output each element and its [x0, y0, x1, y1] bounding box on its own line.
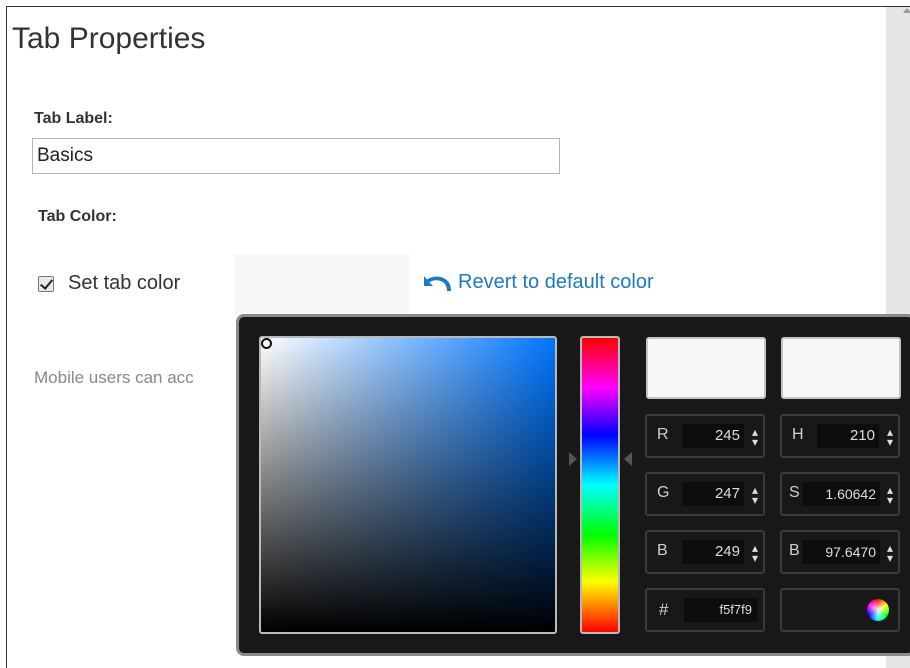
hue-input[interactable]: 210 — [817, 424, 879, 448]
new-color-preview — [646, 337, 766, 399]
set-tab-color-checkbox[interactable] — [38, 275, 54, 292]
color-wheel-icon[interactable] — [867, 599, 889, 621]
set-tab-color-label: Set tab color — [68, 272, 181, 294]
hex-field: # f5f7f9 — [645, 588, 765, 632]
green-input[interactable]: 247 — [682, 482, 744, 506]
page-title: Tab Properties — [12, 22, 206, 55]
undo-icon — [424, 275, 451, 291]
set-tab-color-option[interactable]: Set tab color — [38, 272, 180, 295]
hue-slider-right-arrow-icon[interactable] — [624, 452, 632, 466]
hex-input[interactable]: f5f7f9 — [684, 598, 758, 622]
hue-field: H 210 ▴ ▾ — [780, 414, 900, 458]
red-label: R — [657, 426, 669, 443]
mobile-note: Mobile users can acc — [34, 368, 194, 387]
scroll-up-icon[interactable] — [903, 8, 910, 13]
brightness-stepper-icon[interactable]: ▴ ▾ — [887, 542, 893, 564]
hue-slider-left-arrow-icon[interactable] — [569, 452, 577, 466]
green-field: G 247 ▴ ▾ — [645, 472, 765, 516]
green-label: G — [657, 484, 670, 501]
saturation-field: S 1.60642 ▴ ▾ — [780, 472, 900, 516]
blue-input[interactable]: 249 — [682, 540, 744, 564]
red-input[interactable]: 245 — [682, 424, 744, 448]
hue-slider[interactable] — [580, 336, 620, 634]
brightness-input[interactable]: 97.6470 — [802, 540, 880, 564]
brightness-field: B 97.6470 ▴ ▾ — [780, 530, 900, 574]
red-stepper-icon[interactable]: ▴ ▾ — [752, 426, 758, 448]
color-selector-handle[interactable] — [261, 338, 272, 349]
blue-field: B 249 ▴ ▾ — [645, 530, 765, 574]
revert-default-color-link[interactable]: Revert to default color — [420, 271, 654, 294]
blue-stepper-icon[interactable]: ▴ ▾ — [752, 542, 758, 564]
current-color-preview[interactable] — [781, 337, 901, 399]
red-field: R 245 ▴ ▾ — [645, 414, 765, 458]
tab-color-heading: Tab Color: — [38, 208, 117, 225]
saturation-label: S — [789, 484, 800, 501]
brightness-label: B — [789, 542, 800, 559]
tab-color-swatch[interactable] — [234, 254, 409, 316]
blue-label: B — [657, 542, 668, 559]
hue-stepper-icon[interactable]: ▴ ▾ — [887, 426, 893, 448]
saturation-brightness-area[interactable] — [259, 336, 557, 634]
green-stepper-icon[interactable]: ▴ ▾ — [752, 484, 758, 506]
hex-label: # — [659, 600, 669, 619]
saturation-input[interactable]: 1.60642 — [802, 482, 880, 506]
hue-label: H — [792, 426, 804, 443]
tab-label-heading: Tab Label: — [34, 110, 113, 127]
tab-label-input[interactable] — [32, 138, 560, 174]
revert-default-color-label: Revert to default color — [458, 271, 654, 293]
color-submit-button[interactable] — [780, 588, 900, 632]
saturation-stepper-icon[interactable]: ▴ ▾ — [887, 484, 893, 506]
